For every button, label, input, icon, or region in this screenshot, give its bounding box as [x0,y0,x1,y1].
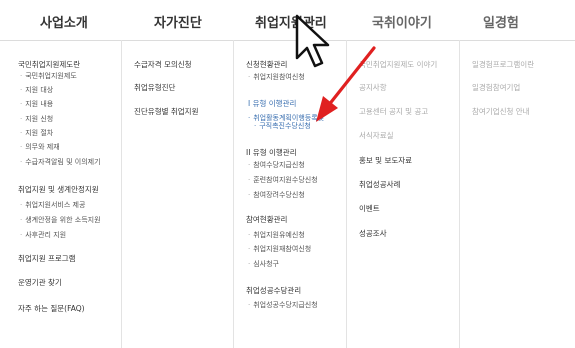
menu-item-faq[interactable]: 자주 하는 질문(FAQ) [18,304,85,313]
menu-item-participation-status[interactable]: 참여현황관리 [246,214,287,225]
menu-item-company-application[interactable]: 참여기업신청 안내 [472,107,530,116]
submenu-item[interactable]: 취업지원서비스 제공 [20,201,85,210]
menu-item-application-status[interactable]: 신청현황관리 [246,60,287,69]
menu-item-forms[interactable]: 서식자료실 [359,131,394,140]
menu-item-find-agency[interactable]: 운영기관 찾기 [18,278,62,287]
submenu-item[interactable]: 지원 절차 [20,129,53,138]
menu-column-work-experience: 일경험프로그램이란 일경험참여기업 참여기업신청 안내 [459,40,575,348]
red-arrow-icon [316,46,376,122]
menu-item-mock-application[interactable]: 수급자격 모의신청 [134,60,192,69]
menu-item-events[interactable]: 이벤트 [359,204,380,213]
submenu-item[interactable]: 취업지원참여신청 [248,73,305,82]
menu-item-success-stories[interactable]: 취업성공사례 [359,180,400,189]
tab-business-intro[interactable]: 사업소개 [40,12,88,31]
menu-item-employment-livelihood[interactable]: 취업지원 및 생계안정지원 [18,185,99,194]
submenu-item[interactable]: 심사청구 [248,260,279,269]
menu-column-self-diagnosis: 수급자격 모의신청 취업유형진단 진단유형별 취업지원 [121,40,233,348]
menu-item-programs[interactable]: 취업지원 프로그램 [18,254,76,263]
menu-item-success-allowance[interactable]: 취업성공수당관리 [246,285,301,296]
menu-item-type1-management[interactable]: I 유형 이행관리 [248,98,296,109]
submenu-item[interactable]: 지원 신청 [20,115,53,124]
menu-item-survey[interactable]: 성공조사 [359,229,387,238]
menu-item-support-by-type[interactable]: 진단유형별 취업지원 [134,107,198,116]
submenu-item[interactable]: 취업지원유예신청 [248,231,305,240]
submenu-item[interactable]: 지원 대상 [20,86,53,95]
menu-item-work-exp-companies[interactable]: 일경험참여기업 [472,83,520,92]
submenu-item-job-seeking-allowance[interactable]: 구직촉진수당신청 [254,122,311,131]
tab-gukchwi-story[interactable]: 국취이야기 [372,12,432,31]
menu-item-press[interactable]: 홍보 및 보도자료 [359,156,412,165]
submenu-item[interactable]: 지원 내용 [20,100,53,109]
submenu-item[interactable]: 사후관리 지원 [20,231,66,240]
submenu-item[interactable]: 참여장려수당신청 [248,191,305,200]
tab-work-experience[interactable]: 일경험 [483,12,519,31]
menu-item-type-diagnosis[interactable]: 취업유형진단 [134,83,175,92]
submenu-item[interactable]: 훈련참여지원수당신청 [248,176,317,185]
submenu-item[interactable]: 취업지원재참여신청 [248,245,311,254]
submenu-item[interactable]: 국민취업지원제도 [20,72,77,81]
submenu-item[interactable]: 의무와 제재 [20,143,59,152]
submenu-item[interactable]: 수급자격알림 및 이의제기 [20,158,100,167]
tab-self-diagnosis[interactable]: 자가진단 [154,12,202,31]
menu-item-type2-management[interactable]: II 유형 이행관리 [246,147,297,158]
submenu-item[interactable]: 생계안정을 위한 소득지원 [20,216,100,225]
submenu-item[interactable]: 참여수당지급신청 [248,161,305,170]
menu-item-work-exp-program[interactable]: 일경험프로그램이란 [472,60,534,69]
submenu-item[interactable]: 취업성공수당지급신청 [248,301,317,310]
menu-item-program-intro[interactable]: 국민취업지원제도란 [18,60,80,69]
top-navigation: 사업소개 자가진단 취업지원관리 국취이야기 일경험 [0,0,575,41]
menu-column-business-intro: 국민취업지원제도란 국민취업지원제도 지원 대상 지원 내용 지원 신청 지원 … [0,40,121,348]
